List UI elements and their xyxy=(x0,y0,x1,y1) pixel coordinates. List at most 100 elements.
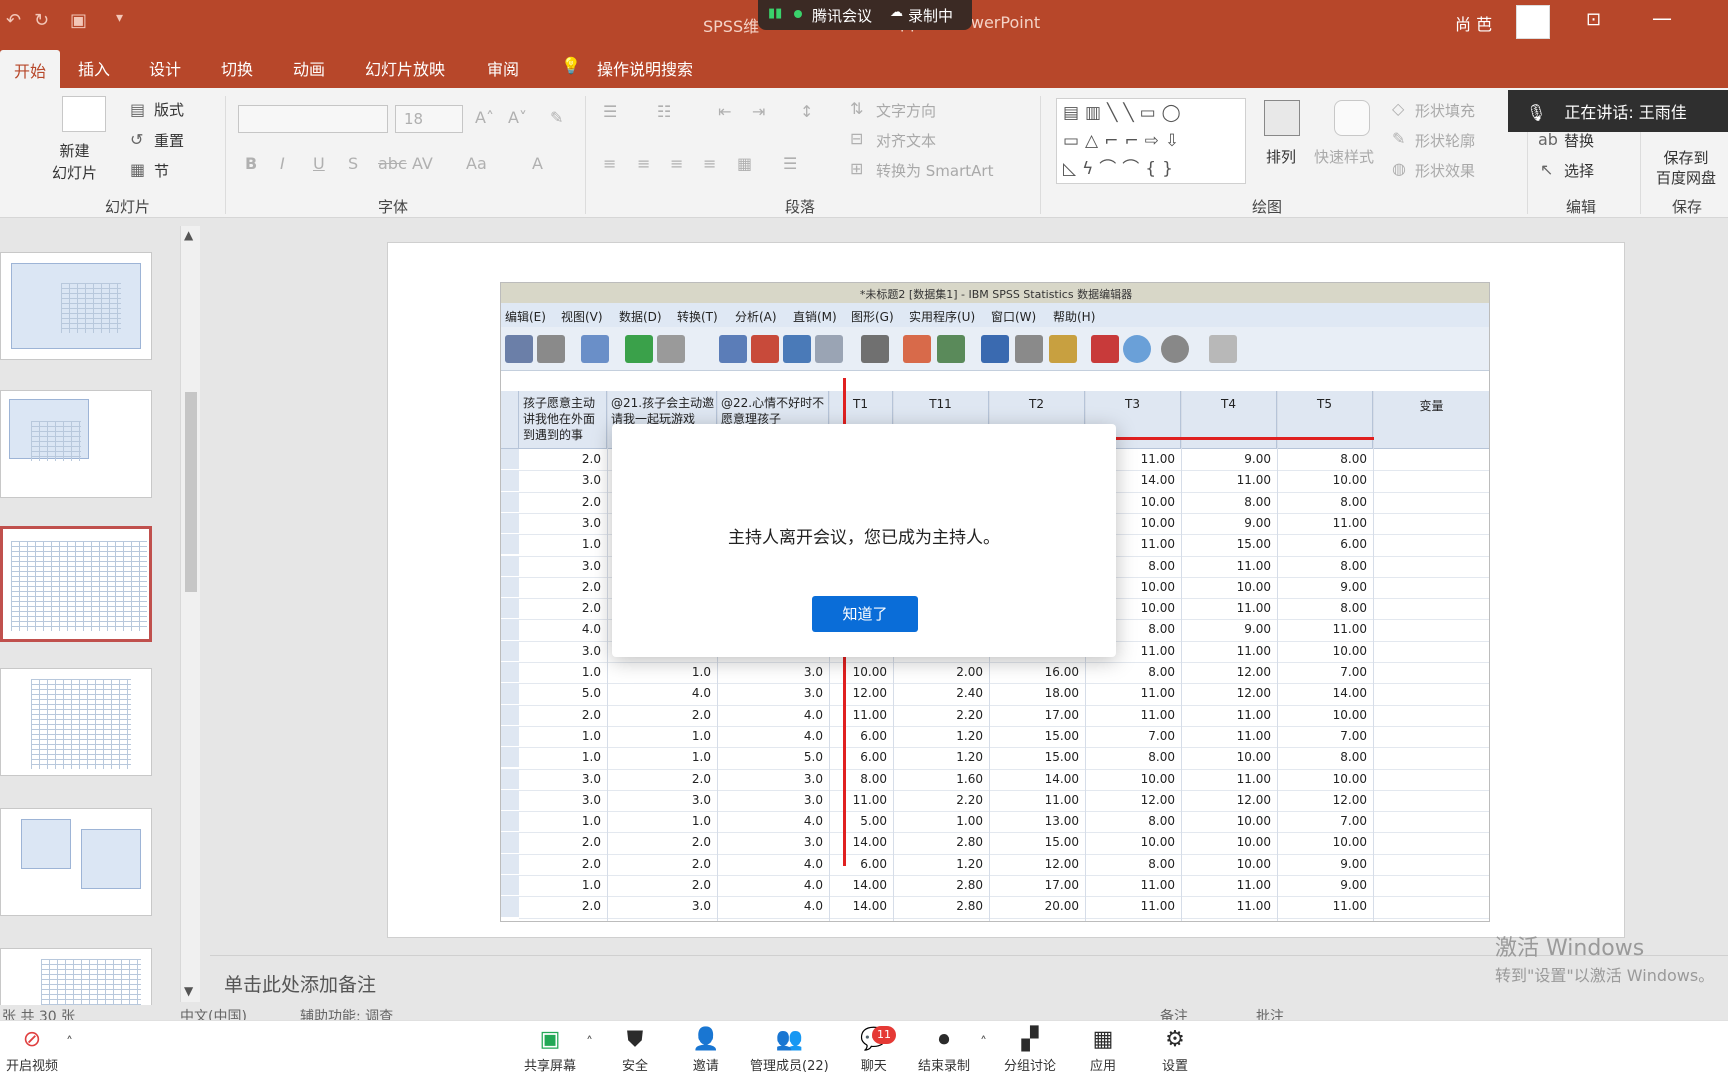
tab-transitions[interactable]: 切换 xyxy=(221,56,253,80)
share-options-chevron-icon[interactable]: ˄ xyxy=(586,1035,593,1051)
invite-button[interactable]: 👤 邀请 xyxy=(692,1025,719,1074)
data-cell: 1.0 xyxy=(691,665,711,679)
arrange-button[interactable]: 排列 xyxy=(1266,146,1296,167)
smartart-button[interactable]: 转换为 SmartArt xyxy=(876,160,993,181)
video-options-chevron-icon[interactable]: ˄ xyxy=(66,1035,73,1051)
add-user-icon: 👤 xyxy=(692,1027,720,1052)
redo-icon[interactable]: ↻ xyxy=(34,10,49,31)
layout-button[interactable]: 版式 xyxy=(154,99,184,120)
manage-members-button[interactable]: 👥 管理成员(22) xyxy=(750,1025,829,1074)
tab-review[interactable]: 审阅 xyxy=(487,56,519,80)
new-slide-icon[interactable] xyxy=(62,96,106,132)
share-screen-button[interactable]: ▣ 共享屏幕 xyxy=(524,1025,576,1074)
data-cell: 15.00 xyxy=(1044,728,1079,743)
tab-design[interactable]: 设计 xyxy=(149,56,181,80)
row-divider xyxy=(519,662,1489,663)
change-case-icon[interactable]: Aa xyxy=(466,154,487,173)
grow-font-icon[interactable]: A˄ xyxy=(475,108,494,127)
select-button[interactable]: 选择 xyxy=(1564,160,1594,181)
present-icon[interactable]: ▣ xyxy=(70,10,87,31)
start-video-button[interactable]: ⊘ 开启视频 xyxy=(6,1025,58,1074)
slide-thumbnail[interactable] xyxy=(0,808,152,916)
align-left-icon[interactable]: ≡ xyxy=(603,154,616,173)
activate-windows-watermark: 激活 Windows 转到"设置"以激活 Windows。 xyxy=(1495,930,1714,986)
avatar[interactable] xyxy=(1516,5,1550,39)
section-button[interactable]: 节 xyxy=(154,160,169,181)
recording-options-chevron-icon[interactable]: ˄ xyxy=(980,1035,987,1051)
slide-thumbnail[interactable] xyxy=(0,668,152,776)
slide-thumbnail[interactable] xyxy=(0,252,152,360)
security-button[interactable]: ⛊ 安全 xyxy=(622,1025,648,1074)
tab-home[interactable]: 开始 xyxy=(0,50,61,88)
clear-format-icon[interactable]: ✎ xyxy=(550,108,563,127)
shrink-font-icon[interactable]: A˅ xyxy=(508,108,527,127)
align-right-icon[interactable]: ≡ xyxy=(670,154,683,173)
quick-styles-button[interactable]: 快速样式 xyxy=(1314,146,1374,167)
line-spacing-icon[interactable]: ↕ xyxy=(800,102,813,121)
shapes-gallery[interactable]: ▤▥╲╲▭◯ ▭△⌐⌐⇨⇩ ◺ϟ⌒⌒{} xyxy=(1056,98,1246,184)
apps-button[interactable]: ▦ 应用 xyxy=(1090,1025,1116,1074)
strikethrough-icon[interactable]: abc xyxy=(378,154,407,173)
spss-toolbar xyxy=(501,327,1489,371)
replace-button[interactable]: 替换 xyxy=(1564,130,1594,151)
breakout-rooms-button[interactable]: ▞ 分组讨论 xyxy=(1004,1025,1056,1074)
spacing-icon[interactable]: AV xyxy=(412,154,433,173)
scroll-thumb[interactable] xyxy=(185,392,197,592)
spss-menu-bar: 编辑(E) 视图(V) 数据(D) 转换(T) 分析(A) 直销(M) 图形(G… xyxy=(501,303,1489,327)
data-cell: 17.00 xyxy=(1044,878,1079,892)
scroll-down-icon[interactable]: ▼ xyxy=(184,984,193,998)
run-icon xyxy=(815,335,843,363)
save-to-baidu-button[interactable]: 保存到 百度网盘 xyxy=(1656,148,1716,188)
slide-thumbnail[interactable] xyxy=(0,390,152,498)
data-cell: 11.00 xyxy=(1140,686,1175,701)
minimize-icon[interactable]: — xyxy=(1652,6,1672,30)
italic-icon[interactable]: I xyxy=(280,154,285,173)
numbering-icon[interactable]: ☷ xyxy=(657,102,671,121)
settings-button[interactable]: ⚙ 设置 xyxy=(1162,1025,1188,1074)
font-size-input[interactable]: 18 xyxy=(395,105,463,133)
columns-icon[interactable]: ☰ xyxy=(783,154,797,173)
shape-outline-button[interactable]: 形状轮廓 xyxy=(1415,130,1475,151)
data-cell: 10.00 xyxy=(1236,835,1271,850)
font-name-input[interactable] xyxy=(238,105,388,133)
thumbnail-scrollbar[interactable]: ▲ ▼ xyxy=(180,226,200,1002)
data-cell: 1.0 xyxy=(581,665,601,679)
slide-thumbnail[interactable] xyxy=(0,948,152,1008)
align-center-icon[interactable]: ≡ xyxy=(637,154,650,173)
bold-icon[interactable]: B xyxy=(245,154,257,173)
shape-fill-button[interactable]: 形状填充 xyxy=(1415,100,1475,121)
user-name[interactable]: 尚 芭 xyxy=(1455,11,1492,35)
got-it-button[interactable]: 知道了 xyxy=(812,596,918,632)
slide-thumbnail-selected[interactable] xyxy=(0,526,152,642)
tell-me-search[interactable]: 操作说明搜索 xyxy=(597,56,693,80)
quick-access-dropdown-icon[interactable]: ▾ xyxy=(116,10,123,26)
bullets-icon[interactable]: ☰ xyxy=(603,102,617,121)
speaking-text: 正在讲话: 王雨佳 xyxy=(1564,103,1687,122)
underline-icon[interactable]: U xyxy=(313,154,325,173)
justify-icon[interactable]: ≡ xyxy=(703,154,716,173)
font-color-icon[interactable]: A xyxy=(532,154,543,173)
shape-effects-button[interactable]: 形状效果 xyxy=(1415,160,1475,181)
column-divider xyxy=(1181,391,1182,921)
tab-slideshow[interactable]: 幻灯片放映 xyxy=(365,56,445,80)
data-cell: 2.0 xyxy=(581,579,601,594)
data-cell: 3.0 xyxy=(581,771,601,786)
distribute-icon[interactable]: ▦ xyxy=(737,154,752,173)
tab-insert[interactable]: 插入 xyxy=(78,56,110,80)
shadow-icon[interactable]: S xyxy=(348,154,358,173)
new-slide-button[interactable]: 新建 幻灯片 xyxy=(52,140,97,184)
scroll-up-icon[interactable]: ▲ xyxy=(184,228,193,242)
undo-icon[interactable]: ↶ xyxy=(6,10,21,31)
decrease-indent-icon[interactable]: ⇤ xyxy=(718,102,731,121)
data-cell: 12.00 xyxy=(852,686,887,701)
shield-icon: ⛊ xyxy=(626,1027,644,1052)
reset-button[interactable]: 重置 xyxy=(154,130,184,151)
align-text-button[interactable]: 对齐文本 xyxy=(876,130,936,151)
increase-indent-icon[interactable]: ⇥ xyxy=(752,102,765,121)
notes-placeholder[interactable]: 单击此处添加备注 xyxy=(224,970,376,997)
ribbon-display-icon[interactable]: ⊡ xyxy=(1586,9,1601,30)
text-direction-button[interactable]: 文字方向 xyxy=(876,100,936,121)
data-cell: 10.00 xyxy=(1332,707,1367,722)
end-recording-button[interactable]: ⏺ 结束录制 xyxy=(918,1025,970,1074)
tab-animations[interactable]: 动画 xyxy=(293,56,325,80)
